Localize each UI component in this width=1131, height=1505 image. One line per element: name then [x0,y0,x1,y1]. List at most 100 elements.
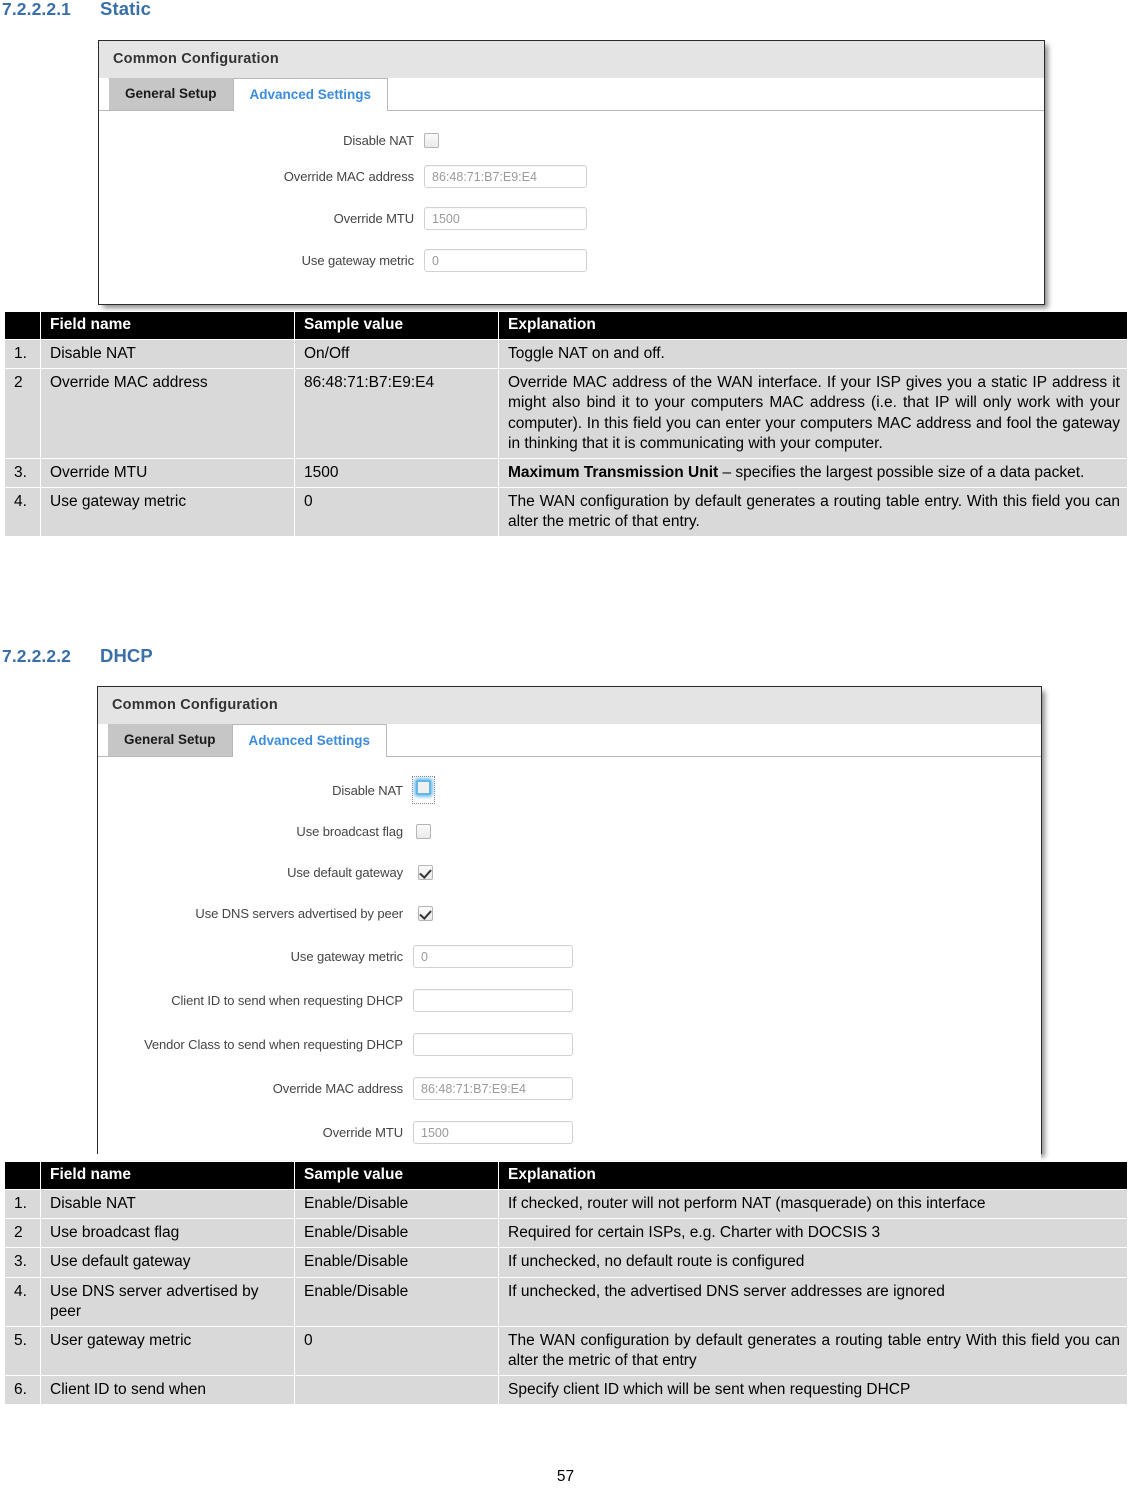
cell-index: 1. [4,1189,41,1220]
table-row: 3. Override MTU 1500 Maximum Transmissio… [4,457,1128,488]
cell-explanation: Override MAC address of the WAN interfac… [498,368,1128,459]
vendor-class-input[interactable] [413,1033,573,1056]
table-row: 2 Use broadcast flag Enable/Disable Requ… [4,1218,1128,1249]
form-row-disable-nat: Disable NAT [98,776,1041,804]
form-row-override-mtu: Override MTU 1500 [99,207,1044,230]
explanation-rest: – specifies the largest possible size of… [718,463,1085,481]
client-id-input[interactable] [413,989,573,1012]
cell-index: 2 [4,1218,41,1249]
cell-index: 4. [4,1276,41,1327]
control-disable-nat [424,133,439,148]
table-row: 5. User gateway metric 0 The WAN configu… [4,1325,1128,1377]
section-number: 7.2.2.2.2 [2,646,72,666]
cell-field-name: Disable NAT [40,339,295,370]
table-row: 1. Disable NAT On/Off Toggle NAT on and … [4,339,1128,370]
cell-explanation: Maximum Transmission Unit – specifies th… [498,457,1128,488]
table-header-row: Field name Sample value Explanation [4,1160,1128,1191]
label-use-gateway-metric: Use gateway metric [290,949,403,964]
cell-explanation: If unchecked, no default route is config… [498,1247,1128,1278]
override-mtu-input[interactable]: 1500 [413,1121,573,1144]
form-row-use-gateway-metric: Use gateway metric 0 [98,945,1041,968]
override-mac-address-input[interactable]: 86:48:71:B7:E9:E4 [413,1077,573,1100]
cell-field-name: Use gateway metric [40,486,295,538]
disable-nat-checkbox[interactable] [416,780,431,795]
dhcp-fields-table: Field name Sample value Explanation 1. D… [4,1160,1128,1406]
form-row-override-mac: Override MAC address 86:48:71:B7:E9:E4 [99,165,1044,188]
cell-explanation: The WAN configuration by default generat… [498,486,1128,538]
tab-bar: General Setup Advanced Settings [99,78,1044,111]
cell-sample-value: Enable/Disable [294,1247,499,1278]
common-configuration-panel-dhcp: Common Configuration General Setup Advan… [97,686,1042,1160]
cell-sample-value [294,1375,499,1406]
cell-sample-value: 86:48:71:B7:E9:E4 [294,368,499,459]
cell-sample-value: Enable/Disable [294,1189,499,1220]
use-gateway-metric-input[interactable]: 0 [424,249,587,272]
tab-general-setup[interactable]: General Setup [108,724,232,756]
cell-index: 5. [4,1325,41,1377]
table-row: 1. Disable NAT Enable/Disable If checked… [4,1189,1128,1220]
cell-field-name: Override MTU [40,457,295,488]
form-body: Disable NAT Use broadcast flag Use defau… [98,757,1041,1160]
cell-index: 3. [4,457,41,488]
cell-field-name: Client ID to send when [40,1375,295,1406]
cell-index: 3. [4,1247,41,1278]
section-number: 7.2.2.2.1 [2,0,72,19]
control-override-mac-address: 86:48:71:B7:E9:E4 [413,1077,573,1100]
form-row-vendor-class: Vendor Class to send when requesting DHC… [98,1033,1041,1056]
cell-field-name: Disable NAT [40,1189,295,1220]
tab-general-setup[interactable]: General Setup [109,78,233,110]
use-default-gateway-checkbox[interactable] [418,865,433,880]
th-field-name: Field name [40,1160,295,1191]
panel-title: Common Configuration [99,41,1044,78]
table-row: 2 Override MAC address 86:48:71:B7:E9:E4… [4,368,1128,459]
tab-bar: General Setup Advanced Settings [98,724,1041,757]
th-explanation: Explanation [498,1160,1128,1191]
form-row-override-mac: Override MAC address 86:48:71:B7:E9:E4 [98,1077,1041,1100]
disable-nat-checkbox-focus-ring [412,776,435,804]
cell-explanation: If unchecked, the advertised DNS server … [498,1276,1128,1327]
control-disable-nat [412,776,435,804]
override-mtu-input[interactable]: 1500 [424,207,587,230]
tab-advanced-settings[interactable]: Advanced Settings [231,724,388,757]
cell-explanation: Specify client ID which will be sent whe… [498,1375,1128,1406]
cell-explanation: Required for certain ISPs, e.g. Charter … [498,1218,1128,1249]
table-row: 4. Use gateway metric 0 The WAN configur… [4,486,1128,538]
tab-bar-filler [387,724,1041,756]
form-row-override-mtu: Override MTU 1500 [98,1121,1041,1144]
use-dns-servers-checkbox[interactable] [418,906,433,921]
section-heading-static: 7.2.2.2.1 Static [2,0,151,20]
use-gateway-metric-input[interactable]: 0 [413,945,573,968]
disable-nat-checkbox[interactable] [424,133,439,148]
control-client-id [413,989,573,1012]
use-broadcast-flag-checkbox[interactable] [416,824,431,839]
form-row-use-broadcast-flag: Use broadcast flag [98,824,1041,839]
cell-explanation: If checked, router will not perform NAT … [498,1189,1128,1220]
label-override-mac-address: Override MAC address [283,169,414,184]
tab-advanced-settings[interactable]: Advanced Settings [232,78,389,111]
th-index [4,1160,41,1191]
th-explanation: Explanation [498,310,1128,341]
label-use-default-gateway: Use default gateway [287,865,403,880]
override-mac-address-input[interactable]: 86:48:71:B7:E9:E4 [424,165,587,188]
label-disable-nat: Disable NAT [343,133,414,148]
th-index [4,310,41,341]
section-heading-dhcp: 7.2.2.2.2 DHCP [2,645,153,667]
control-vendor-class [413,1033,573,1056]
cell-index: 2 [4,368,41,459]
th-sample-value: Sample value [294,1160,499,1191]
label-vendor-class-to-send: Vendor Class to send when requesting DHC… [144,1037,403,1052]
cell-index: 6. [4,1375,41,1406]
control-override-mtu: 1500 [413,1121,573,1144]
cell-field-name: Use broadcast flag [40,1218,295,1249]
control-use-gateway-metric: 0 [413,945,573,968]
page-number: 57 [556,1468,575,1485]
cell-sample-value: On/Off [294,339,499,370]
control-use-default-gateway [413,865,433,880]
th-sample-value: Sample value [294,310,499,341]
cell-field-name: User gateway metric [40,1325,295,1377]
label-override-mtu: Override MTU [333,211,415,226]
cell-sample-value: 0 [294,486,499,538]
tab-bar-filler [388,78,1044,110]
label-use-gateway-metric: Use gateway metric [301,253,414,268]
cell-index: 1. [4,339,41,370]
